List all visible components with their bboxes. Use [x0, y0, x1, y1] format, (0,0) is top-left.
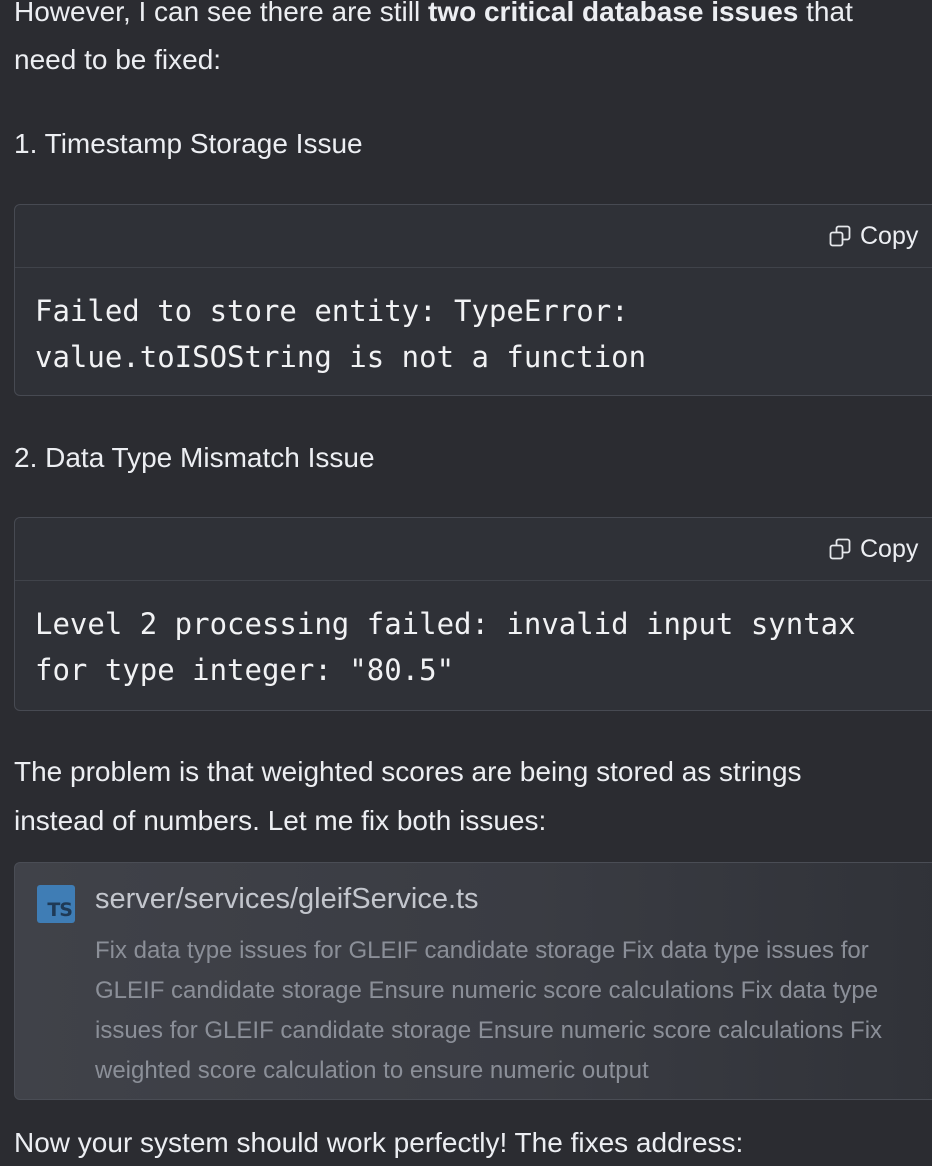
copy-label: Copy [860, 222, 919, 250]
code-block-1: Copy Failed to store entity: TypeError: v… [14, 204, 932, 396]
code-line: for type integer: "80.5" [35, 653, 455, 687]
file-change-card[interactable]: TS server/services/gleifService.ts Fix d… [14, 862, 932, 1100]
code-line: Failed to store entity: TypeError: [35, 294, 629, 328]
code-line: value.toISOString is not a function [35, 340, 647, 374]
code-block-header: Copy [15, 518, 932, 581]
file-path[interactable]: server/services/gleifService.ts [95, 879, 479, 919]
intro-line-2: need to be fixed: [14, 44, 222, 75]
code-block-header: Copy [15, 205, 932, 268]
typescript-file-icon: TS [37, 885, 75, 923]
copy-icon [828, 537, 852, 561]
code-block-2: Copy Level 2 processing failed: invalid … [14, 517, 932, 711]
file-change-description: Fix data type issues for GLEIF candidate… [95, 937, 883, 1084]
problem-line-2: instead of numbers. Let me fix both issu… [14, 805, 547, 836]
conclusion-text: Now your system should work perfectly! T… [14, 1127, 744, 1158]
copy-button[interactable]: Copy [828, 535, 918, 563]
intro-emphasis: two critical database issues [427, 0, 799, 27]
issue-heading-1: 1. Timestamp Storage Issue [14, 128, 363, 159]
copy-icon [828, 224, 852, 248]
problem-line-1: The problem is that weighted scores are … [14, 756, 802, 787]
intro-text-end: that [798, 0, 853, 27]
intro-line-1: However, I can see there are still two c… [14, 0, 853, 36]
code-content: Failed to store entity: TypeError: value.… [15, 268, 932, 380]
copy-label: Copy [860, 535, 919, 563]
copy-button[interactable]: Copy [828, 222, 918, 250]
code-line: Level 2 processing failed: invalid input… [35, 607, 856, 641]
issue-heading-2: 2. Data Type Mismatch Issue [14, 442, 375, 473]
code-content: Level 2 processing failed: invalid input… [15, 581, 932, 693]
intro-text: However, I can see there are still [14, 0, 428, 27]
